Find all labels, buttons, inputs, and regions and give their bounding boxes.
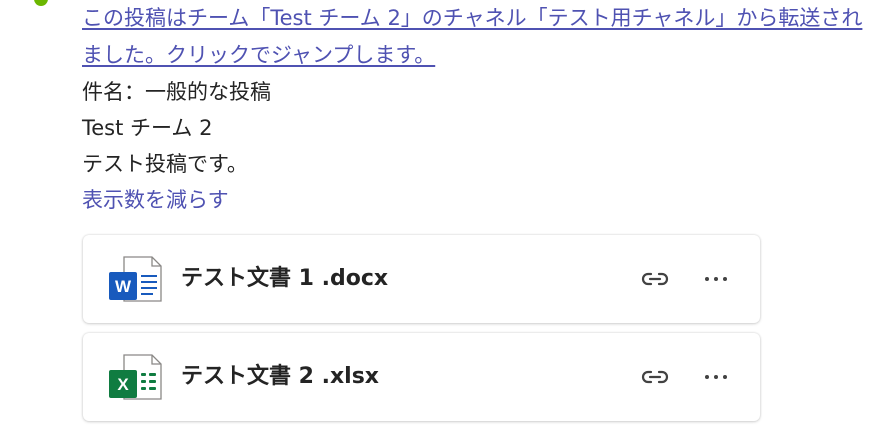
excel-file-icon: X	[109, 354, 162, 400]
word-file-icon: W	[109, 256, 162, 302]
more-options-icon[interactable]	[701, 365, 731, 389]
forwarded-from-link[interactable]: この投稿はチーム「Test チーム 2」のチャネル「テスト用チャネル」から転送さ…	[82, 0, 867, 74]
show-less-button[interactable]: 表示数を減らす	[82, 182, 872, 218]
attachment-file-name: テスト文書 1 .docx	[181, 266, 389, 291]
svg-text:X: X	[117, 375, 129, 394]
avatar	[34, 0, 48, 6]
subject-line: 件名：一般的な投稿	[82, 80, 271, 104]
attachment-card-xlsx[interactable]: X テスト文書 2 .xlsx	[83, 333, 760, 421]
team-line: Test チーム 2	[82, 116, 213, 140]
attachment-card-docx[interactable]: W テスト文書 1 .docx	[83, 235, 760, 323]
body-line: テスト投稿です。	[82, 152, 248, 176]
svg-text:W: W	[115, 277, 132, 296]
attachment-file-name: テスト文書 2 .xlsx	[181, 364, 380, 389]
attachment-list: W テスト文書 1 .docx X テスト文書 2 .xlsx	[83, 235, 760, 431]
copy-link-icon[interactable]	[640, 267, 670, 291]
copy-link-icon[interactable]	[640, 365, 670, 389]
message-body: この投稿はチーム「Test チーム 2」のチャネル「テスト用チャネル」から転送さ…	[82, 0, 872, 218]
more-options-icon[interactable]	[701, 267, 731, 291]
